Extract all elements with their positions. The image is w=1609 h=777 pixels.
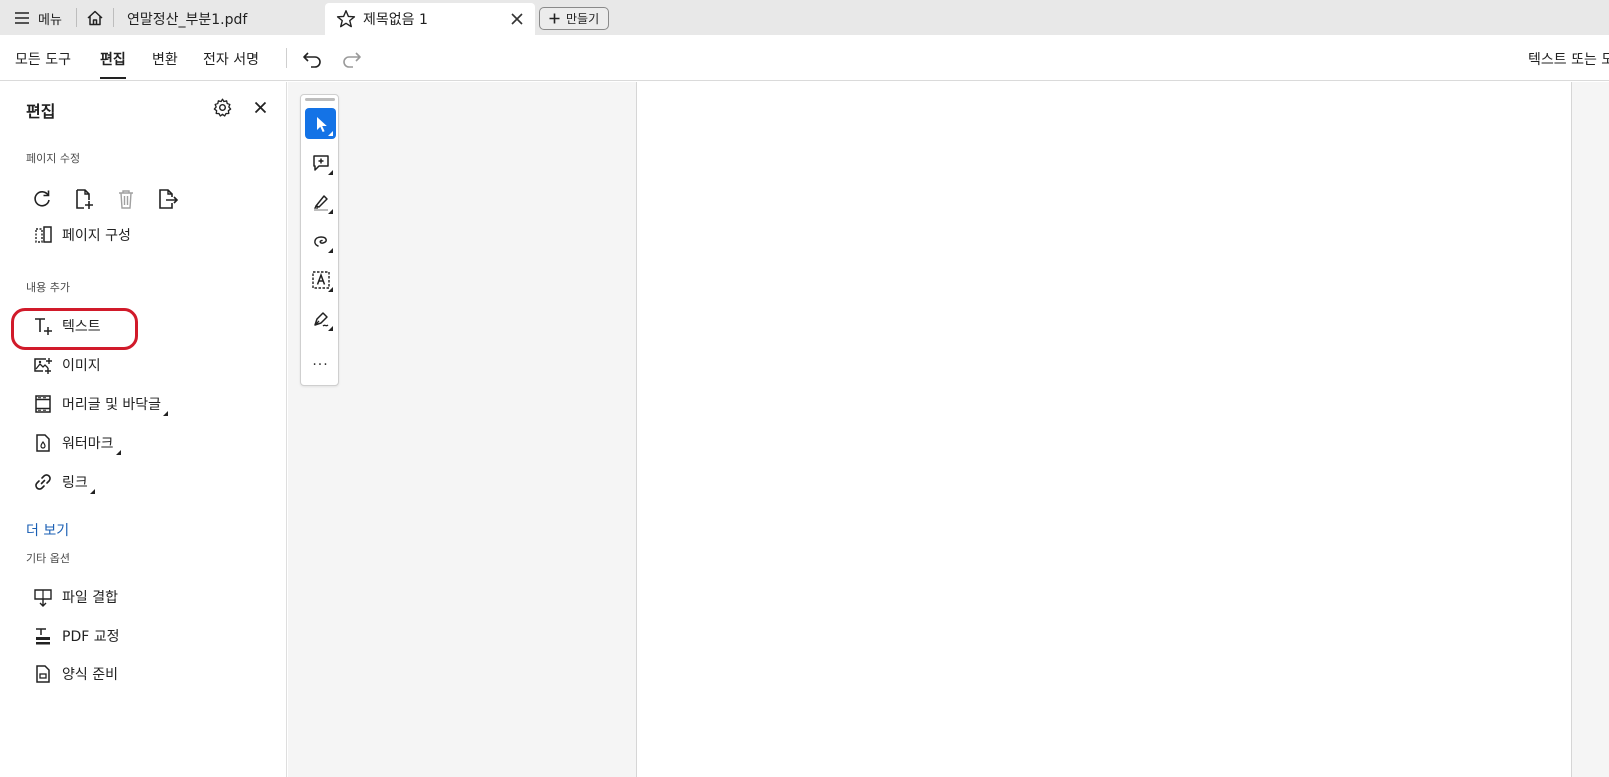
watermark-label: 워터마크	[62, 436, 114, 452]
drag-handle[interactable]	[305, 98, 335, 101]
document-canvas[interactable]	[288, 82, 1609, 777]
prepare-form-icon	[36, 665, 50, 683]
more-link[interactable]: 더 보기	[26, 520, 69, 540]
hamburger-icon	[15, 12, 29, 24]
close-panel-icon[interactable]	[254, 101, 267, 114]
dropdown-indicator-icon	[89, 489, 95, 494]
tab-all-tools[interactable]: 모든 도구	[15, 49, 71, 69]
add-image-icon	[34, 358, 52, 374]
combine-files-label: 파일 결합	[62, 590, 118, 606]
dropdown-indicator-icon	[328, 248, 333, 253]
quick-tools-bar: ···	[300, 94, 339, 386]
dropdown-indicator-icon	[115, 450, 121, 455]
redact-pdf-label: PDF 교정	[62, 629, 120, 645]
select-tool[interactable]	[305, 108, 336, 139]
header-footer-icon	[35, 395, 51, 413]
sign-tool[interactable]	[305, 303, 336, 334]
edit-panel: 편집 페이지 수정 페이지 구성 내용 추가 텍스트 이미지 머리글 및 바닥글…	[0, 82, 287, 777]
tab-edit[interactable]: 편집	[100, 49, 126, 79]
pdf-page[interactable]	[636, 82, 1572, 777]
combine-files[interactable]: 파일 결합	[33, 587, 118, 607]
dropdown-indicator-icon	[328, 131, 333, 136]
delete-page-icon[interactable]	[115, 188, 137, 210]
undo-icon[interactable]	[301, 47, 323, 69]
rotate-icon[interactable]	[31, 188, 53, 210]
watermark-icon	[36, 434, 50, 452]
dropdown-indicator-icon	[163, 411, 169, 416]
add-image[interactable]: 이미지	[33, 355, 101, 375]
page-organize-label: 페이지 구성	[62, 228, 131, 244]
tab-bar: 메뉴 연말정산_부분1.pdf 제목없음 1 만들기	[0, 0, 1609, 35]
gear-icon[interactable]	[212, 97, 233, 118]
combine-files-icon	[34, 589, 52, 607]
watermark[interactable]: 워터마크	[33, 433, 121, 455]
dropdown-indicator-icon	[328, 326, 333, 331]
draw-tool[interactable]	[305, 225, 336, 256]
panel-title: 편집	[26, 102, 56, 121]
redo-icon[interactable]	[341, 47, 363, 69]
menu-label: 메뉴	[38, 12, 62, 28]
text-recognition-tool[interactable]	[305, 264, 336, 295]
link-icon	[35, 474, 51, 490]
header-footer[interactable]: 머리글 및 바닥글	[33, 394, 169, 416]
tab-active[interactable]: 제목없음 1	[325, 3, 535, 35]
section-other-options: 기타 옵션	[26, 552, 70, 565]
dropdown-indicator-icon	[328, 170, 333, 175]
page-organize[interactable]: 페이지 구성	[33, 225, 131, 245]
prepare-form-label: 양식 준비	[62, 667, 118, 683]
insert-page-icon[interactable]	[73, 188, 95, 210]
tab-separator	[76, 8, 77, 27]
highlight-tool[interactable]	[305, 186, 336, 217]
redact-icon	[36, 628, 50, 645]
prepare-form[interactable]: 양식 준비	[33, 664, 118, 684]
redact-pdf[interactable]: PDF 교정	[33, 626, 120, 646]
add-text[interactable]: 텍스트	[33, 316, 101, 336]
more-tools-button[interactable]: ···	[305, 357, 336, 373]
home-button[interactable]	[81, 6, 109, 30]
add-text-icon	[35, 318, 52, 335]
dropdown-indicator-icon	[328, 209, 333, 214]
star-icon[interactable]	[335, 8, 357, 30]
page-organize-icon	[35, 226, 52, 243]
menu-button[interactable]: 메뉴	[6, 6, 70, 30]
add-comment-tool[interactable]	[305, 147, 336, 178]
tab-convert[interactable]: 변환	[152, 49, 178, 69]
header-footer-label: 머리글 및 바닥글	[62, 397, 162, 413]
page-icon-row	[31, 188, 179, 210]
tab-file-label: 연말정산_부분1.pdf	[127, 12, 248, 28]
tab-file[interactable]: 연말정산_부분1.pdf	[115, 3, 320, 35]
main-toolbar: 모든 도구 편집 변환 전자 서명 텍스트 또는 도	[0, 35, 1609, 81]
create-button-label: 만들기	[566, 12, 600, 26]
create-button[interactable]: 만들기	[539, 7, 610, 30]
tab-e-sign[interactable]: 전자 서명	[203, 49, 259, 69]
add-image-label: 이미지	[62, 358, 101, 374]
tab-active-label: 제목없음 1	[363, 12, 428, 28]
search-hint[interactable]: 텍스트 또는 도	[1528, 49, 1609, 69]
dropdown-indicator-icon	[328, 287, 333, 292]
extract-page-icon[interactable]	[157, 188, 179, 210]
plus-icon	[549, 13, 560, 24]
tab-separator	[113, 8, 114, 27]
home-icon	[87, 10, 103, 26]
close-tab-icon[interactable]	[509, 11, 525, 27]
toolbar-separator	[286, 48, 287, 68]
section-page-edit: 페이지 수정	[26, 152, 81, 165]
section-add-content: 내용 추가	[26, 281, 70, 294]
link-label: 링크	[62, 475, 88, 491]
add-text-label: 텍스트	[62, 319, 101, 335]
link[interactable]: 링크	[33, 472, 95, 494]
